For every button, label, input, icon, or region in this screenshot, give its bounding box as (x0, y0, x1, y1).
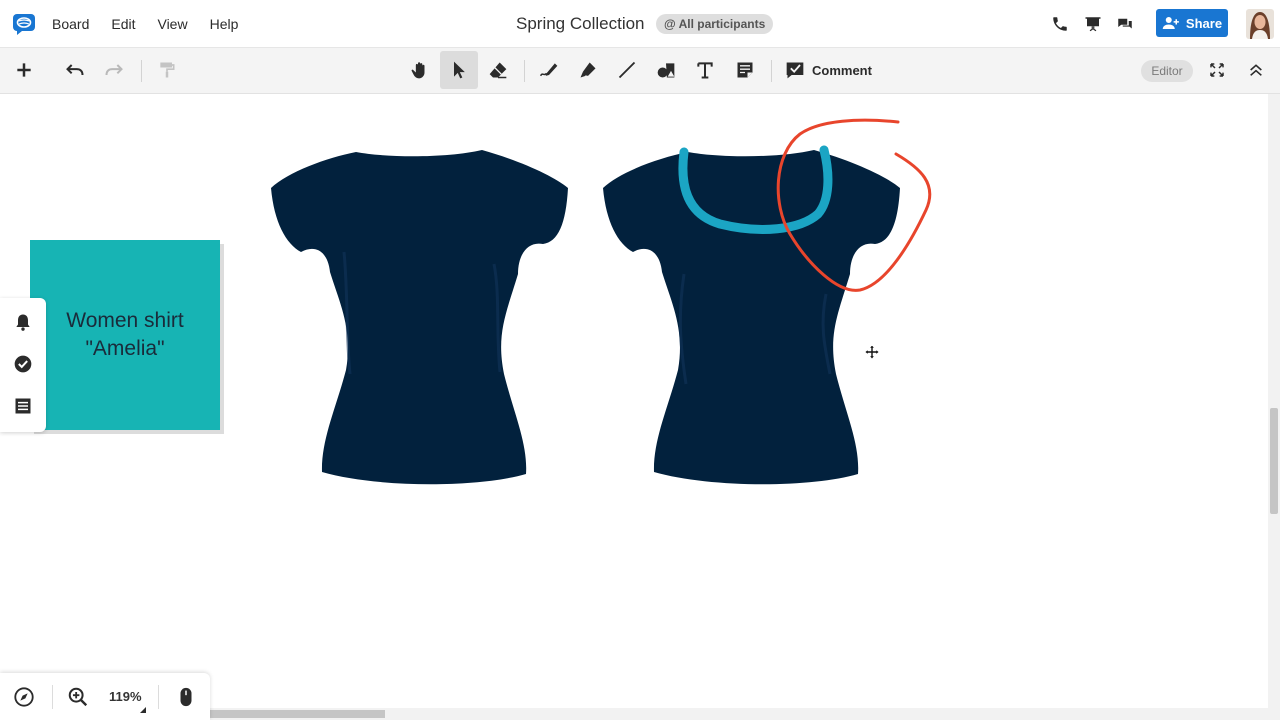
board-title[interactable]: Spring Collection (516, 14, 645, 34)
eraser-tool[interactable] (479, 51, 517, 89)
select-arrow-icon (454, 61, 465, 79)
comment-icon (786, 62, 804, 79)
highlighter-icon (580, 62, 596, 78)
fullscreen-button[interactable] (1198, 51, 1236, 89)
comment-label[interactable]: Comment (812, 63, 872, 78)
fullscreen-icon (1210, 63, 1224, 77)
add-icon (17, 63, 31, 77)
list-icon[interactable] (13, 396, 33, 416)
shapes-tool[interactable] (647, 51, 685, 89)
toolbar-divider (141, 60, 142, 82)
app-logo-icon[interactable] (12, 12, 36, 36)
text-tool[interactable] (686, 51, 724, 89)
add-person-icon (1162, 17, 1179, 29)
highlighter-tool[interactable] (569, 51, 607, 89)
horizontal-scrollbar[interactable] (210, 708, 1268, 720)
menu-help[interactable]: Help (210, 16, 239, 32)
top-bar: Board Edit View Help Spring Collection @… (0, 0, 1280, 48)
move-cursor-icon (864, 344, 880, 360)
menu-edit[interactable]: Edit (111, 16, 135, 32)
comment-tool[interactable] (776, 51, 814, 89)
toolbar-divider (524, 60, 525, 82)
mouse-icon[interactable] (175, 686, 197, 708)
menu-board[interactable]: Board (52, 16, 89, 32)
presentation-icon[interactable] (1084, 15, 1102, 33)
format-painter-icon (160, 62, 175, 78)
panel-divider (52, 685, 53, 709)
toolbar: Comment Editor (0, 48, 1280, 94)
share-button[interactable]: Share (1156, 9, 1228, 37)
main-menu: Board Edit View Help (52, 0, 260, 48)
phone-icon[interactable] (1051, 15, 1069, 33)
panel-divider (158, 685, 159, 709)
text-icon (697, 62, 713, 79)
horizontal-scroll-thumb[interactable] (210, 710, 385, 718)
shapes-icon (657, 63, 675, 78)
sticky-note-icon (737, 62, 753, 78)
hand-icon (411, 62, 425, 79)
zoom-dropdown-icon[interactable] (140, 707, 146, 713)
bottom-navigation-panel: 119% (0, 673, 210, 720)
add-button[interactable] (5, 51, 43, 89)
collapse-icon (1250, 64, 1262, 76)
hand-tool[interactable] (401, 51, 439, 89)
vertical-scrollbar[interactable] (1268, 94, 1280, 720)
compass-icon[interactable] (13, 686, 35, 708)
select-tool[interactable] (440, 51, 478, 89)
editor-role-badge: Editor (1141, 60, 1193, 82)
checkmark-icon[interactable] (13, 354, 33, 374)
board-canvas[interactable]: Women shirt "Amelia" (0, 94, 1268, 708)
shirt-image-plain[interactable] (268, 144, 573, 489)
participants-badge[interactable]: @ All participants (656, 14, 774, 34)
sticky-note[interactable]: Women shirt "Amelia" (30, 240, 220, 430)
toolbar-divider (771, 60, 772, 82)
zoom-icon[interactable] (67, 686, 89, 708)
collapse-toolbar-button[interactable] (1237, 51, 1275, 89)
sticky-note-text: Women shirt "Amelia" (66, 309, 184, 360)
user-avatar[interactable] (1246, 9, 1274, 39)
undo-icon (66, 64, 84, 76)
redo-icon (105, 64, 123, 76)
vertical-scroll-thumb[interactable] (1270, 408, 1278, 514)
chat-icon[interactable] (1116, 15, 1134, 33)
line-icon (618, 61, 636, 79)
bell-icon[interactable] (13, 312, 33, 332)
left-side-panel (0, 298, 46, 432)
redo-button[interactable] (95, 51, 133, 89)
eraser-icon (489, 62, 507, 79)
format-painter-button[interactable] (148, 51, 186, 89)
freehand-annotation[interactable] (760, 114, 940, 304)
line-tool[interactable] (608, 51, 646, 89)
pen-tool[interactable] (530, 51, 568, 89)
sticky-note-tool[interactable] (726, 51, 764, 89)
undo-button[interactable] (56, 51, 94, 89)
share-label: Share (1185, 15, 1223, 31)
zoom-level[interactable]: 119% (109, 689, 142, 704)
menu-view[interactable]: View (157, 16, 187, 32)
pen-icon (539, 63, 558, 77)
